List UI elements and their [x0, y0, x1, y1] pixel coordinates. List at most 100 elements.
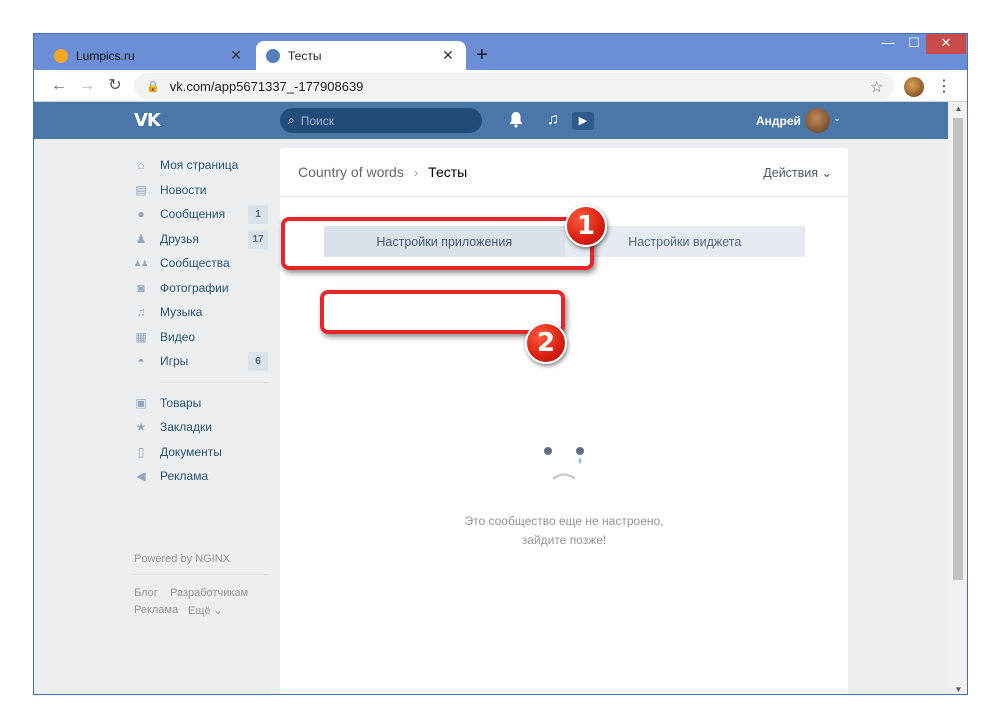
reload-button[interactable]: ↻	[104, 76, 126, 96]
breadcrumb-current: Тесты	[428, 164, 468, 180]
footer-link-blog[interactable]: Блог	[134, 587, 158, 599]
footer-link-developers[interactable]: Разработчикам	[170, 587, 248, 599]
vk-page: VK ⌕ Поиск ♫ ▶ Андрей ⌄ ⌂ Моя страница ▤ Н…	[34, 102, 948, 694]
camera-icon: ◙	[137, 280, 145, 295]
address-text: vk.com/app5671337_-177908639	[169, 78, 364, 94]
vk-header: VK ⌕ Поиск ♫ ▶ Андрей ⌄	[34, 102, 948, 139]
music-icon[interactable]: ♫	[547, 111, 559, 129]
user-avatar[interactable]	[805, 108, 830, 133]
sidebar-item-label: Игры	[160, 354, 189, 369]
sidebar-item-label: Видео	[160, 329, 196, 344]
sidebar-item-games[interactable]: ◓ Игры 6	[134, 349, 268, 374]
user-name[interactable]: Андрей	[756, 114, 801, 128]
count-badge: 6	[248, 352, 268, 371]
megaphone-icon: ◀	[136, 469, 146, 484]
breadcrumb: Country of words › Тесты	[298, 164, 467, 180]
address-bar[interactable]: 🔒 vk.com/app5671337_-177908639	[134, 73, 894, 99]
step-marker-1: 1	[565, 205, 607, 247]
breadcrumb-separator-icon: ›	[413, 164, 419, 180]
communities-icon: ♟♟	[134, 258, 149, 268]
sidebar: ⌂ Моя страница ▤ Новости ● Сообщения 1 ♟ Друз…	[134, 153, 268, 489]
sidebar-item-my-page[interactable]: ⌂ Моя страница	[134, 153, 268, 178]
back-button[interactable]: ←	[48, 76, 70, 96]
sidebar-item-label: Товары	[160, 395, 202, 410]
sidebar-item-label: Новости	[160, 182, 207, 197]
sidebar-item-label: Друзья	[160, 231, 199, 246]
profile-avatar[interactable]	[904, 77, 924, 97]
sidebar-item-goods[interactable]: ▣ Товары	[134, 391, 268, 416]
sidebar-item-label: Реклама	[160, 469, 209, 484]
scroll-up-icon[interactable]: ▲	[948, 104, 967, 113]
tab-tests[interactable]: Тесты ✕	[256, 41, 466, 70]
search-placeholder: Поиск	[300, 113, 334, 128]
highlight-box-app-settings	[320, 290, 565, 334]
empty-message-line2: зайдите позже!	[521, 533, 607, 547]
chrome-menu-icon[interactable]: ⋮	[936, 76, 952, 96]
document-icon: ▯	[137, 444, 145, 459]
sidebar-item-messages[interactable]: ● Сообщения 1	[134, 202, 268, 227]
actions-dropdown[interactable]: Действия ⌄	[763, 165, 832, 180]
count-badge: 17	[248, 229, 268, 249]
powered-by-text: Powered by NGINX	[134, 553, 230, 565]
sidebar-item-documents[interactable]: ▯ Документы	[134, 440, 268, 465]
scrollbar-thumb[interactable]	[953, 118, 963, 580]
lock-icon: 🔒	[146, 80, 160, 93]
minimize-button[interactable]: —	[876, 34, 900, 54]
sidebar-item-news[interactable]: ▤ Новости	[134, 178, 268, 203]
tab-close-icon[interactable]: ✕	[228, 47, 244, 64]
sidebar-item-photos[interactable]: ◙ Фотографии	[134, 276, 268, 301]
empty-message-line1: Это сообщество еще не настроено,	[464, 514, 664, 528]
sidebar-item-bookmarks[interactable]: ★ Закладки	[134, 415, 268, 440]
sidebar-item-label: Документы	[160, 444, 222, 459]
bell-icon[interactable]	[508, 111, 524, 133]
step-marker-2: 2	[525, 322, 567, 364]
bag-icon: ▣	[135, 395, 147, 410]
search-icon: ⌕	[288, 113, 295, 127]
news-icon: ▤	[135, 182, 147, 197]
tab-title: Lumpics.ru	[76, 48, 135, 63]
lumpics-favicon-icon	[54, 48, 68, 63]
sidebar-item-label: Моя страница	[160, 158, 239, 173]
home-icon: ⌂	[137, 158, 145, 173]
footer-link-more[interactable]: Ещё ⌄	[188, 604, 223, 617]
search-input[interactable]: ⌕ Поиск	[280, 108, 482, 133]
sidebar-item-video[interactable]: ▦ Видео	[134, 325, 268, 350]
browser-toolbar: ← → ↻ 🔒 vk.com/app5671337_-177908639 ☆ ⋮	[34, 70, 967, 102]
sidebar-divider	[134, 574, 268, 575]
new-tab-button[interactable]: +	[476, 43, 488, 67]
friends-icon: ♟	[135, 231, 147, 246]
sidebar-item-label: Сообщения	[160, 207, 226, 222]
sidebar-item-friends[interactable]: ♟ Друзья 17	[134, 227, 268, 252]
forward-button[interactable]: →	[76, 76, 98, 96]
tab-close-icon[interactable]: ✕	[440, 47, 456, 64]
sidebar-item-label: Музыка	[160, 305, 203, 320]
play-icon[interactable]: ▶	[572, 112, 594, 130]
scroll-down-icon[interactable]: ▼	[948, 685, 967, 694]
tab-title: Тесты	[288, 48, 322, 63]
browser-window: Lumpics.ru ✕ Тесты ✕ + — ☐ ✕ ← → ↻ 🔒 vk.…	[33, 33, 968, 695]
sad-face-icon	[544, 447, 584, 480]
sidebar-item-label: Сообщества	[160, 256, 230, 271]
count-badge: 1	[248, 205, 268, 224]
scrollbar[interactable]: ▲ ▼	[948, 102, 967, 694]
vk-favicon-icon	[266, 48, 280, 63]
messages-icon: ●	[137, 207, 145, 222]
sidebar-divider	[160, 381, 268, 383]
footer-link-ads[interactable]: Реклама	[134, 604, 178, 616]
sidebar-item-label: Закладки	[160, 420, 212, 435]
sidebar-item-ads[interactable]: ◀ Реклама	[134, 464, 268, 489]
bookmark-star-icon[interactable]: ☆	[870, 78, 883, 96]
maximize-button[interactable]: ☐	[902, 34, 926, 54]
chevron-down-icon[interactable]: ⌄	[833, 113, 841, 124]
sidebar-item-label: Фотографии	[160, 280, 229, 295]
highlight-box-breadcrumb	[281, 217, 594, 270]
gamepad-icon: ◓	[137, 354, 145, 369]
close-window-button[interactable]: ✕	[926, 34, 966, 54]
vk-logo[interactable]: VK	[134, 110, 161, 131]
breadcrumb-app-link[interactable]: Country of words	[298, 164, 404, 180]
sidebar-item-music[interactable]: ♫ Музыка	[134, 300, 268, 325]
card-header: Country of words › Тесты Действия ⌄	[280, 148, 848, 197]
sidebar-item-communities[interactable]: ♟♟ Сообщества	[134, 251, 268, 276]
star-icon: ★	[135, 420, 147, 435]
tab-lumpics[interactable]: Lumpics.ru ✕	[44, 41, 254, 70]
